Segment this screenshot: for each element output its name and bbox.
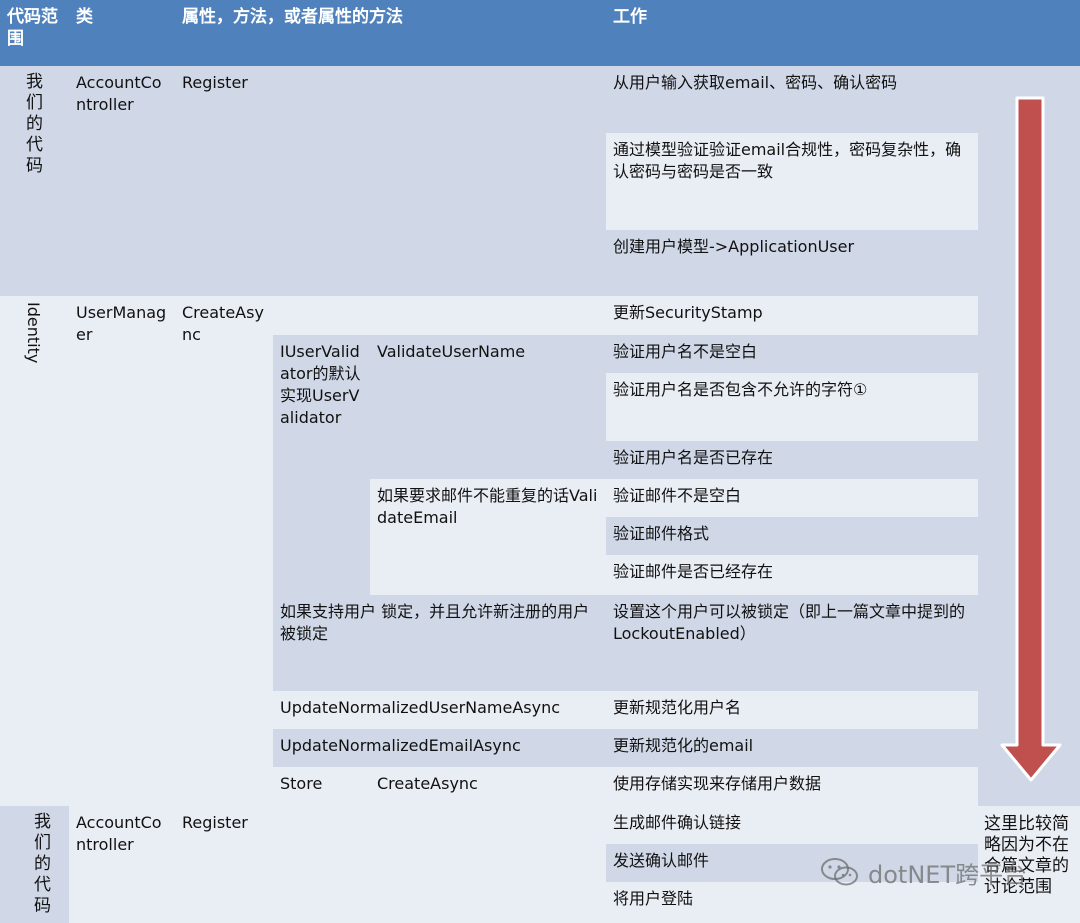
work-item-16: 发送确认邮件 xyxy=(606,844,978,882)
header-scope: 代码范围 xyxy=(0,0,69,66)
member-store: Store xyxy=(273,767,370,806)
member-store-create-async: CreateAsync xyxy=(370,767,606,806)
work-item-3: 创建用户模型->ApplicationUser xyxy=(606,230,978,296)
member-register-top: Register xyxy=(175,66,606,296)
work-item-15: 生成邮件确认链接 xyxy=(606,806,978,844)
work-item-4: 更新SecurityStamp xyxy=(606,296,978,335)
work-item-11: 设置这个用户可以被锁定（即上一篇文章中提到的LockoutEnabled） xyxy=(606,595,978,691)
work-item-8: 验证邮件不是空白 xyxy=(606,479,978,517)
scope-ours-bottom: 我们的代码 xyxy=(0,806,69,923)
class-account-controller-bottom: AccountController xyxy=(69,806,175,923)
work-item-6: 验证用户名是否包含不允许的字符① xyxy=(606,373,978,441)
member-validate-user-name: ValidateUserName xyxy=(370,335,606,479)
member-register-bottom: Register xyxy=(175,806,606,923)
work-item-9: 验证邮件格式 xyxy=(606,517,978,555)
scope-ours-bottom-label: 我们的代码 xyxy=(34,812,51,916)
work-item-5: 验证用户名不是空白 xyxy=(606,335,978,373)
header-class: 类 xyxy=(69,0,175,66)
header-work: 工作 xyxy=(606,0,978,66)
class-account-controller-top: AccountController xyxy=(69,66,175,296)
work-item-13: 更新规范化的email xyxy=(606,729,978,767)
flow-arrow-icon xyxy=(1000,96,1062,782)
member-user-validator: IUserValidator的默认实现UserValidator xyxy=(273,335,370,595)
header-blank xyxy=(978,0,1080,66)
class-user-manager: UserManager xyxy=(69,296,175,806)
member-update-normalized-email: UpdateNormalizedEmailAsync xyxy=(273,729,606,767)
work-item-10: 验证邮件是否已经存在 xyxy=(606,555,978,595)
work-item-12: 更新规范化用户名 xyxy=(606,691,978,729)
work-item-2: 通过模型验证验证email合规性，密码复杂性，确认密码与密码是否一致 xyxy=(606,133,978,230)
scope-identity: Identity xyxy=(0,296,69,806)
work-item-14: 使用存储实现来存储用户数据 xyxy=(606,767,978,806)
work-item-1: 从用户输入获取email、密码、确认密码 xyxy=(606,66,978,133)
member-lockout: 如果支持用户 锁定，并且允许新注册的用户被锁定 xyxy=(273,595,606,691)
scope-note: 这里比较简略因为不在合篇文章的讨论范围 xyxy=(978,806,1080,923)
scope-ours-top: 我们的代码 xyxy=(0,66,69,296)
header-member: 属性，方法，或者属性的方法 xyxy=(175,0,606,66)
work-item-17: 将用户登陆 xyxy=(606,882,978,923)
member-update-normalized-username: UpdateNormalizedUserNameAsync xyxy=(273,691,606,729)
work-item-7: 验证用户名是否已存在 xyxy=(606,441,978,479)
member-create-async: CreateAsync xyxy=(175,296,273,806)
scope-ours-top-label: 我们的代码 xyxy=(26,72,43,176)
process-table: 代码范围 类 属性，方法，或者属性的方法 工作 我们的代码 AccountCon… xyxy=(0,0,1080,923)
scope-identity-label: Identity xyxy=(24,302,43,364)
member-validate-email: 如果要求邮件不能重复的话ValidateEmail xyxy=(370,479,606,595)
member-empty-cell xyxy=(273,296,606,335)
